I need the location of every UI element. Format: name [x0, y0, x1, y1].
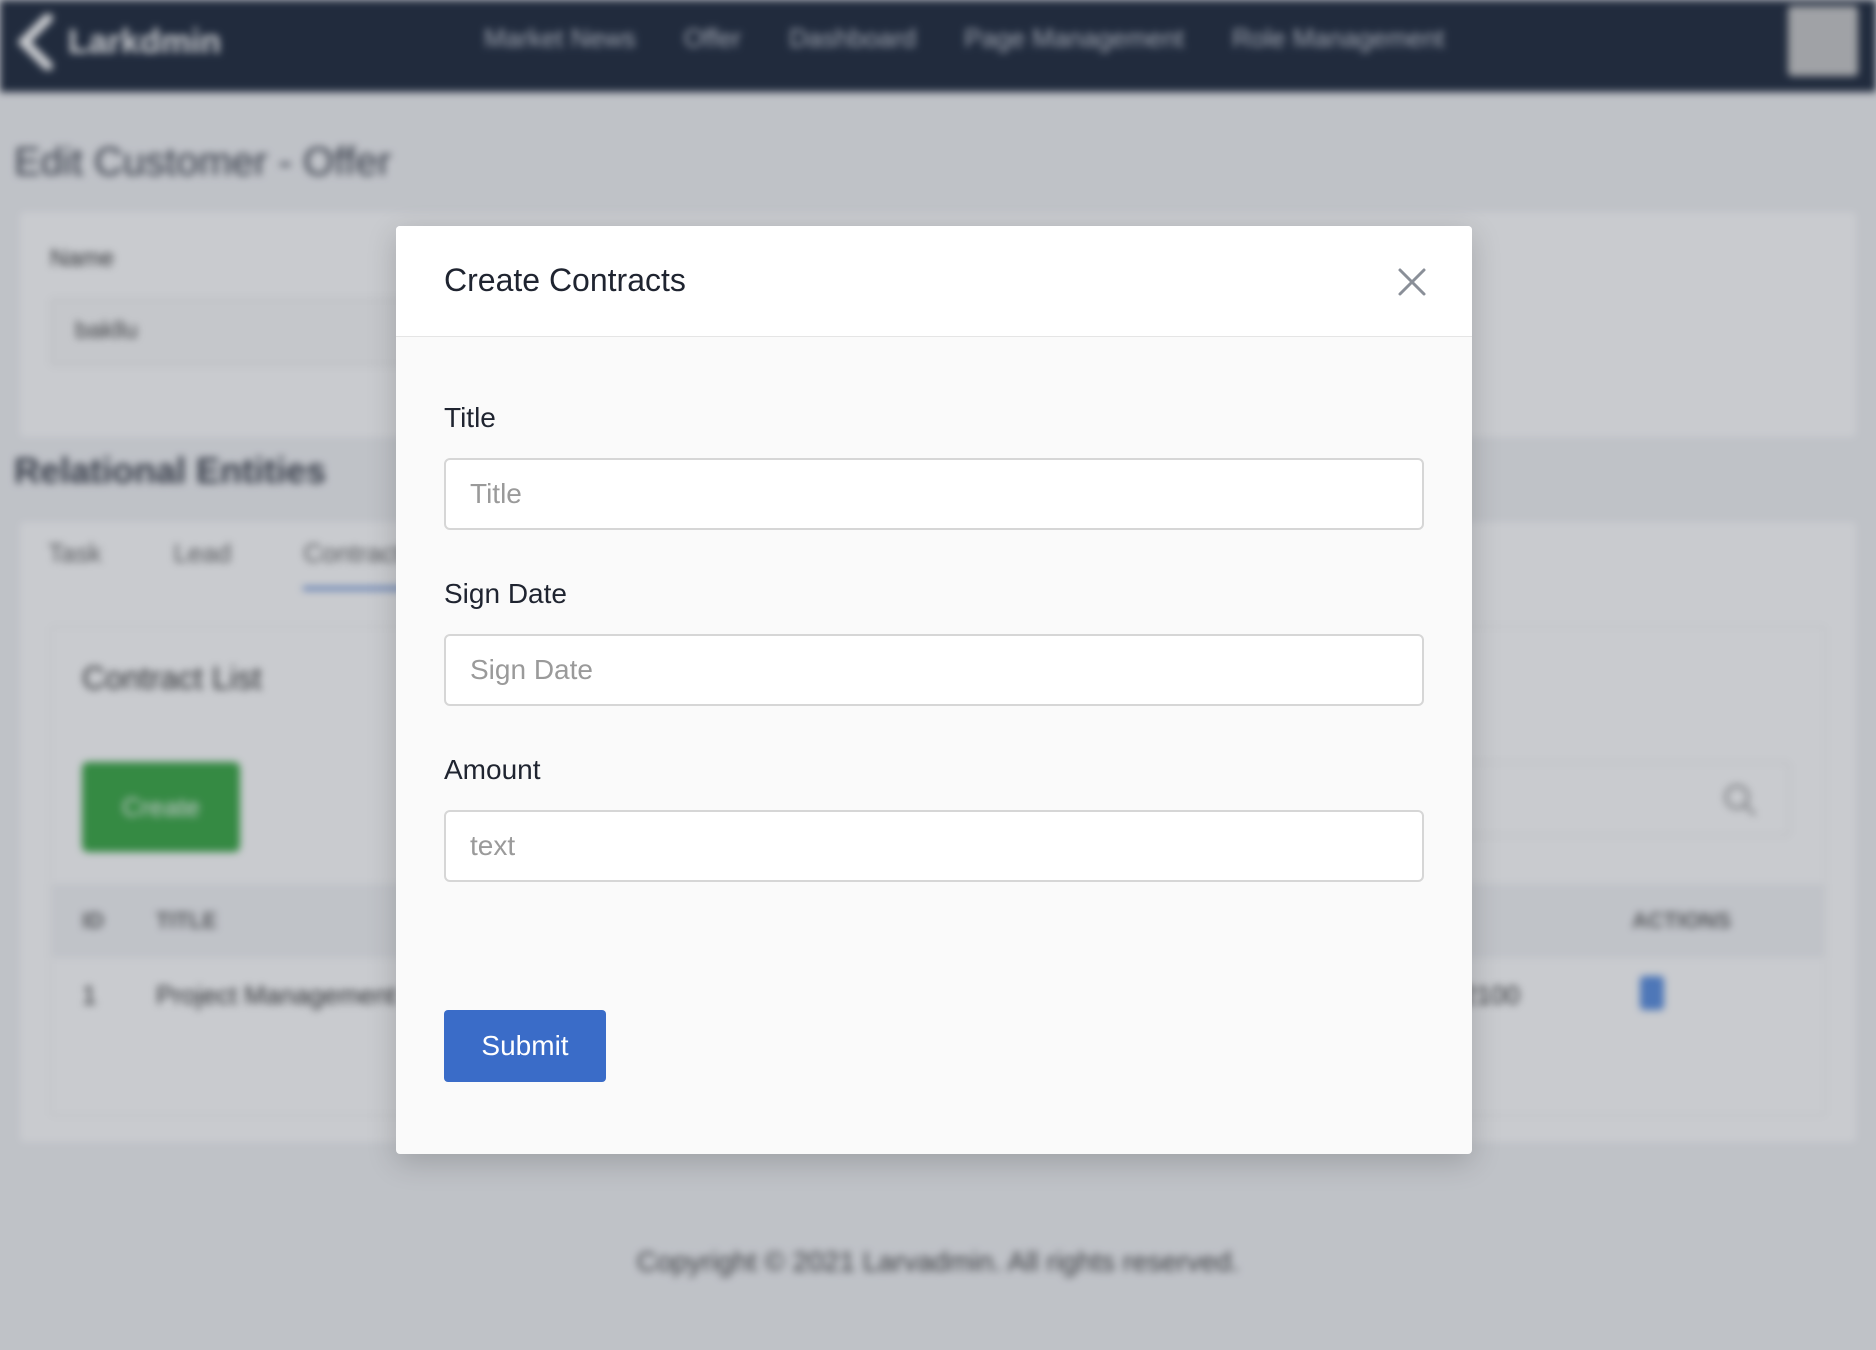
modal-header: Create Contracts [396, 226, 1472, 337]
modal-title: Create Contracts [444, 262, 686, 298]
sign-date-label: Sign Date [444, 578, 567, 609]
title-input[interactable] [444, 458, 1424, 530]
amount-label: Amount [444, 754, 541, 785]
close-icon[interactable] [1394, 264, 1430, 300]
create-contracts-modal: Create Contracts Title Sign Date Amount … [396, 226, 1472, 1154]
amount-input[interactable] [444, 810, 1424, 882]
sign-date-input[interactable] [444, 634, 1424, 706]
submit-button[interactable]: Submit [444, 1010, 606, 1082]
title-label: Title [444, 402, 496, 433]
